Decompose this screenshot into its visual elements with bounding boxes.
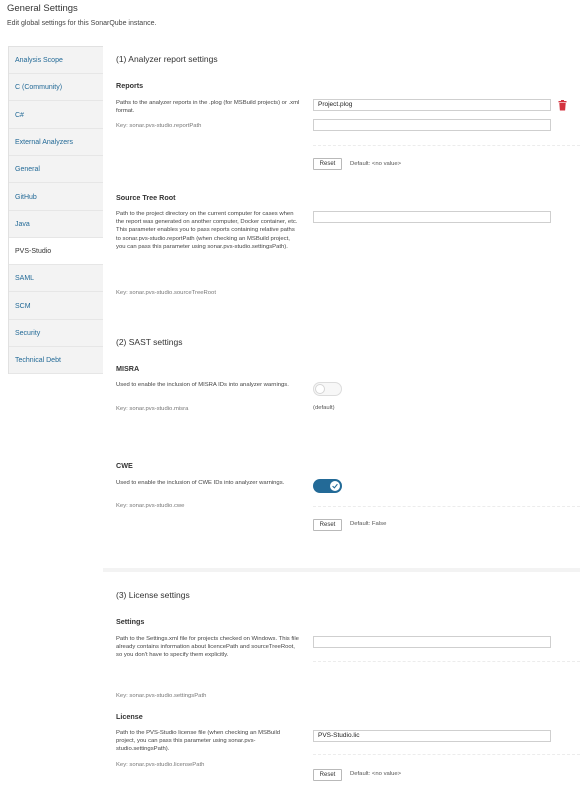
sidebar-item-saml[interactable]: SAML [9,265,104,292]
setting-key-misra: Key: sonar.pvs-studio.misra [116,406,189,412]
reports-path-input-1[interactable]: Project.plog [313,99,551,111]
reports-path-input-2[interactable] [313,119,551,131]
settings-main: (1) Analyzer report settings Reports Pat… [103,40,580,810]
license-reset-button[interactable]: Reset [313,769,342,781]
reports-default-value: Default: <no value> [350,161,402,167]
section-title-sast: (2) SAST settings [116,337,183,347]
checkmark-icon [332,483,338,489]
setting-title-license: License [116,712,143,721]
page-subtitle: Edit global settings for this SonarQube … [7,20,157,27]
sidebar-item-security[interactable]: Security [9,320,104,347]
source-tree-root-input[interactable] [313,211,551,223]
cwe-reset-button[interactable]: Reset [313,519,342,531]
setting-title-misra: MISRA [116,364,140,373]
cwe-toggle[interactable] [313,479,342,493]
sidebar-item-c-community[interactable]: C (Community) [9,74,104,101]
page-header: General Settings Edit global settings fo… [0,0,580,40]
category-sidebar: Analysis Scope C (Community) C# External… [8,46,104,374]
license-path-input[interactable]: PVS-Studio.lic [313,730,551,742]
section-title-license: (3) License settings [116,590,190,600]
settings-panel-analyzer-sast: (1) Analyzer report settings Reports Pat… [103,40,580,568]
trash-icon[interactable] [558,100,567,111]
page-title: General Settings [7,3,78,14]
sidebar-item-java[interactable]: Java [9,211,104,238]
setting-divider [313,506,580,507]
setting-description-cwe: Used to enable the inclusion of CWE IDs … [116,480,285,486]
license-default-value: Default: <no value> [350,771,402,777]
setting-key-source-tree-root: Key: sonar.pvs-studio.sourceTreeRoot [116,290,216,296]
setting-title-cwe: CWE [116,461,133,470]
setting-key-reports: Key: sonar.pvs-studio.reportPath [116,123,202,129]
toggle-knob [315,384,325,394]
toggle-knob [330,481,340,491]
setting-description-license: Path to the PVS-Studio license file (whe… [116,730,281,753]
settings-panel-license: (3) License settings Settings Path to th… [103,572,580,810]
cwe-default-value: Default: False [350,521,387,527]
setting-divider [313,145,580,146]
setting-title-settings: Settings [116,617,145,626]
setting-divider [313,661,580,662]
setting-description-reports: Paths to the analyzer reports in the .pl… [116,100,300,115]
sidebar-item-analysis-scope[interactable]: Analysis Scope [9,47,104,74]
sidebar-item-pvs-studio[interactable]: PVS-Studio [9,238,104,265]
setting-key-settings: Key: sonar.pvs-studio.settingsPath [116,693,207,699]
sidebar-item-general[interactable]: General [9,156,104,183]
section-title-analyzer: (1) Analyzer report settings [116,54,218,64]
setting-description-source-tree-root: Path to the project directory on the cur… [116,211,298,250]
reports-reset-button[interactable]: Reset [313,158,342,170]
sidebar-item-csharp[interactable]: C# [9,102,104,129]
setting-title-source-tree-root: Source Tree Root [116,193,176,202]
sidebar-item-scm[interactable]: SCM [9,293,104,320]
settings-path-input[interactable] [313,636,551,648]
setting-description-settings: Path to the Settings.xml file for projec… [116,636,299,659]
setting-divider [313,754,580,755]
setting-key-cwe: Key: sonar.pvs-studio.cwe [116,503,185,509]
setting-description-misra: Used to enable the inclusion of MISRA ID… [116,382,289,388]
misra-toggle[interactable] [313,382,342,396]
setting-key-license: Key: sonar.pvs-studio.licensePath [116,762,205,768]
setting-title-reports: Reports [116,81,144,90]
misra-default-value: (default) [313,405,335,411]
sidebar-item-external-analyzers[interactable]: External Analyzers [9,129,104,156]
sidebar-item-technical-debt[interactable]: Technical Debt [9,347,104,374]
sidebar-item-github[interactable]: GitHub [9,184,104,211]
